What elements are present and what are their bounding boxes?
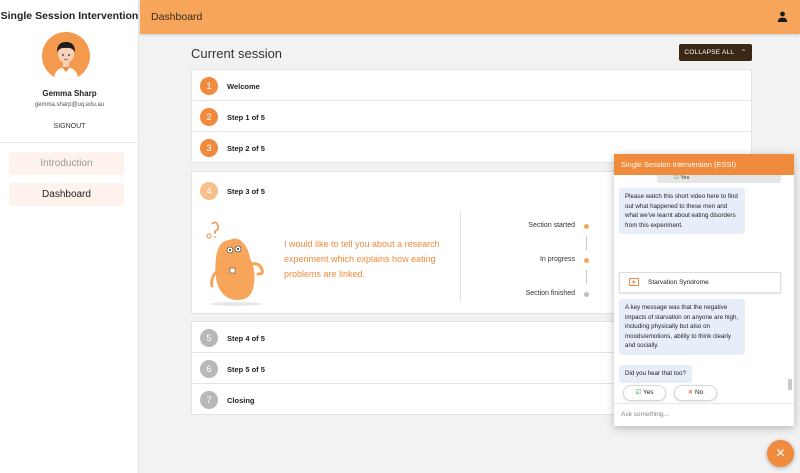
nav-item-introduction[interactable]: Introduction	[9, 152, 124, 175]
step-message: I would like to tell you about a researc…	[284, 239, 440, 279]
previous-answer-chip: ☑ Yes	[657, 175, 781, 183]
no-button[interactable]: ✕ No	[674, 385, 717, 401]
sidebar: Single Session Intervention Gemma Sharp …	[0, 0, 139, 473]
chat-input-placeholder: Ask something...	[621, 411, 670, 418]
top-bar: Dashboard	[140, 0, 800, 34]
step-number: 4	[200, 182, 218, 200]
video-icon	[629, 278, 639, 286]
signout-link[interactable]: SIGNOUT	[0, 123, 139, 130]
previous-answer-label: Yes	[680, 175, 690, 181]
step-number: 2	[200, 108, 218, 126]
app-title: Single Session Intervention	[0, 10, 139, 22]
page-title: Current session	[191, 46, 283, 61]
no-label: No	[694, 389, 704, 396]
step-number: 7	[200, 391, 218, 409]
step-label: Step 4 of 5	[227, 334, 265, 343]
check-icon: ☑	[635, 389, 642, 396]
timeline-connector	[586, 270, 587, 284]
chat-bubble: Please watch this short video here to fi…	[619, 188, 745, 234]
person-icon[interactable]	[777, 11, 788, 22]
step-label: Step 3 of 5	[227, 187, 265, 196]
step-label: Welcome	[227, 82, 260, 91]
close-icon: ✕	[775, 446, 786, 460]
timeline-dot-finished	[584, 292, 589, 297]
yes-button[interactable]: ☑ Yes	[623, 385, 666, 401]
timeline-dot-in-progress	[584, 258, 589, 263]
step-label: Step 2 of 5	[227, 144, 265, 153]
chat-bubble: Did you hear that too?	[619, 365, 692, 383]
sidebar-divider	[0, 142, 138, 143]
video-title: Starvation Syndrome	[648, 279, 709, 286]
step-number: 6	[200, 360, 218, 378]
step-label: Step 1 of 5	[227, 113, 265, 122]
chat-bubble: A key message was that the negative impa…	[619, 299, 745, 355]
timeline-dot-started	[584, 224, 589, 229]
timeline-label-in-progress: In progress	[539, 256, 575, 263]
user-name: Gemma Sharp	[42, 89, 97, 98]
chat-messages[interactable]: ☑ Yes Please watch this short video here…	[614, 175, 794, 402]
chevron-up-icon: ⌃	[740, 49, 747, 56]
header-title: Dashboard	[151, 11, 203, 23]
step-label: Closing	[227, 396, 255, 405]
timeline-divider	[460, 212, 461, 302]
chat-header: Single Session Intervention (ESSI)	[614, 154, 794, 175]
x-icon: ✕	[687, 389, 694, 396]
user-email: gemma.sharp@uq.edu.au	[34, 102, 105, 108]
timeline-connector	[586, 236, 587, 250]
collapse-all-label: COLLAPSE ALL	[684, 49, 734, 56]
chat-panel: Single Session Intervention (ESSI) ☑ Yes…	[614, 154, 794, 426]
step-row-welcome[interactable]: 1 Welcome	[191, 69, 752, 101]
step-number: 5	[200, 329, 218, 347]
check-icon: ☑	[674, 175, 679, 181]
yes-label: Yes	[642, 389, 654, 396]
scroll-thumb[interactable]	[788, 379, 792, 390]
step-label: Step 5 of 5	[227, 365, 265, 374]
close-chat-button[interactable]: ✕	[767, 440, 794, 467]
chat-scrollbar[interactable]	[787, 178, 792, 400]
character-illustration	[206, 221, 264, 306]
timeline-label-finished: Section finished	[525, 290, 575, 297]
step-row-1[interactable]: 2 Step 1 of 5	[191, 100, 752, 132]
timeline-label-started: Section started	[528, 222, 575, 229]
chat-input[interactable]: Ask something...	[614, 403, 794, 426]
collapse-all-button[interactable]: COLLAPSE ALL ⌃	[679, 44, 752, 61]
step-number: 3	[200, 139, 218, 157]
avatar	[42, 32, 90, 80]
nav-item-dashboard[interactable]: Dashboard	[9, 183, 124, 206]
video-card[interactable]: Starvation Syndrome	[619, 272, 781, 293]
step-number: 1	[200, 77, 218, 95]
